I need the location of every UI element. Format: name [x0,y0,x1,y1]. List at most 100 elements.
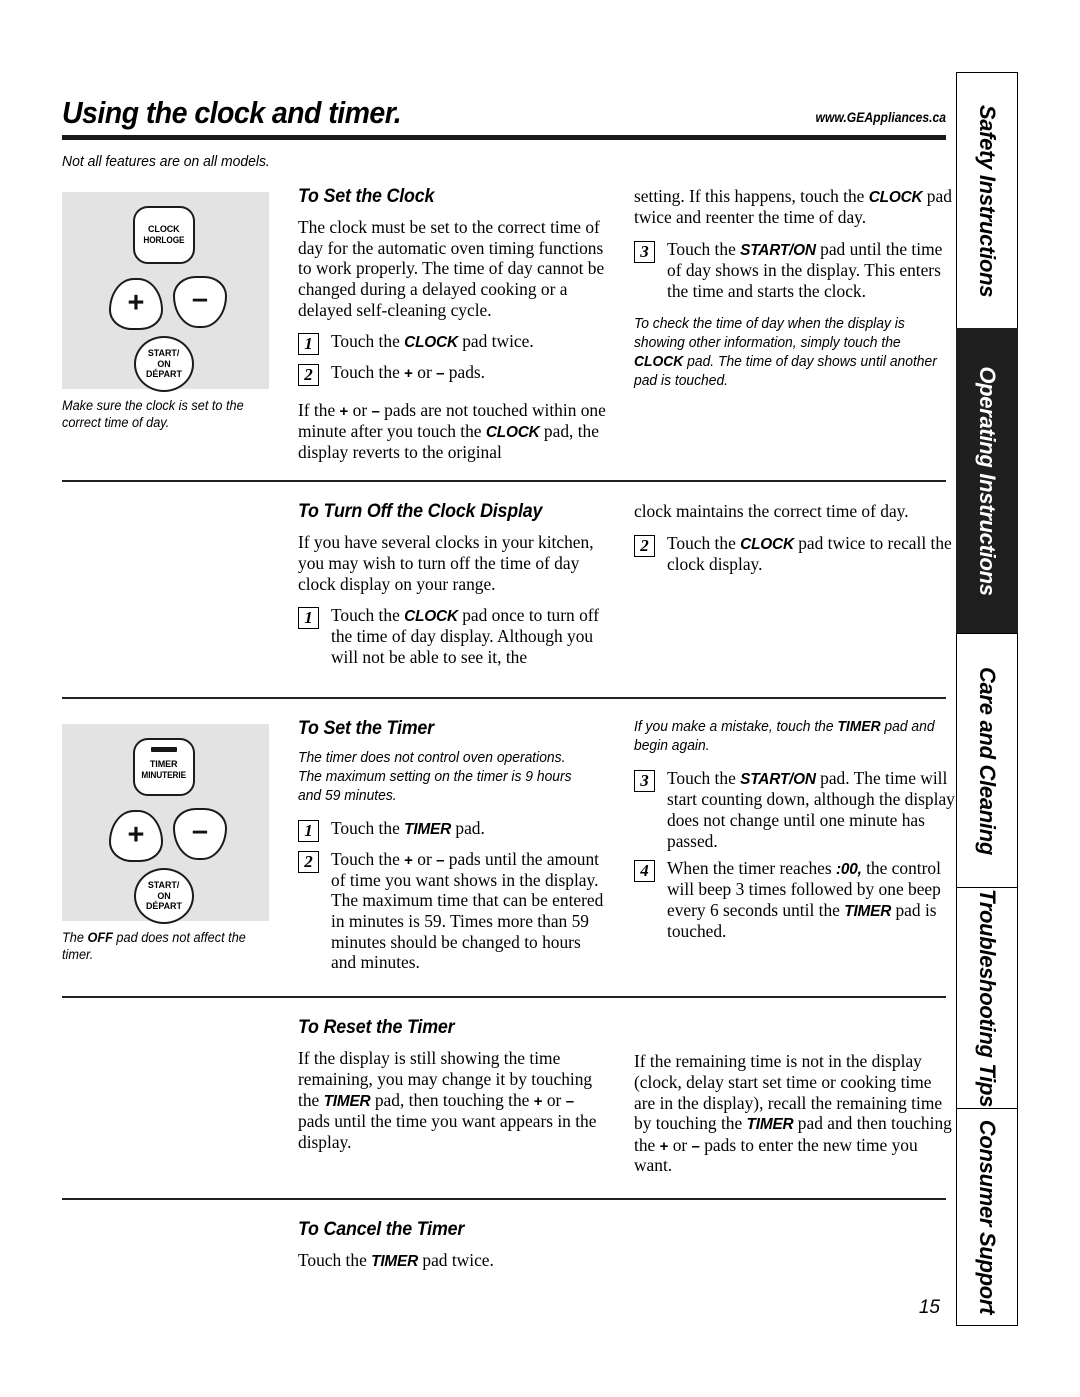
pad-name: TIMER [844,903,892,921]
text-post: pads until the time you want appears in … [298,1110,597,1152]
text-post: pad twice. [418,1250,494,1271]
set-timer-left-column: To Set the Timer The timer does not cont… [298,718,608,980]
section-tabs: Safety Instructions Operating Instructio… [956,72,1018,1330]
step-text: Touch the CLOCK pad twice. [331,331,608,352]
set-clock-intro: The clock must be set to the correct tim… [298,217,605,320]
sidebar-tab-label: Care and Cleaning [975,666,1000,855]
sidebar-tab-label: Consumer Support [975,1119,1000,1314]
start-pad-line3: DÉPART [146,368,182,380]
manual-page: Using the clock and timer. www.GEApplian… [0,0,1080,1397]
step-text-pre: Touch the [331,362,405,383]
step-text-post: pad. [451,818,485,839]
step-item: 2 Touch the + or – pads until the amount… [298,849,608,973]
caption-pre: The [62,930,88,946]
step-item: 1 Touch the CLOCK pad once to turn off t… [298,605,608,668]
heading-turn-off-clock: To Turn Off the Clock Display [298,501,543,523]
step-text: Touch the + or – pads. [331,362,608,383]
step-number: 4 [634,860,655,883]
section-cancel-timer: To Cancel the Timer Touch the TIMER pad … [62,1219,946,1271]
pad-name: CLOCK [485,423,540,441]
pad-name: TIMER [837,719,881,736]
minus-glyph: – [191,815,209,848]
step-text-post: pads. [444,362,486,383]
minus-symbol: – [565,1092,575,1110]
step-number: 1 [298,820,319,843]
set-clock-timeout-note: If the + or – pads are not touched withi… [298,400,608,463]
sidebar-tab-label: Troubleshooting Tips [975,889,1000,1108]
turn-off-clock-continuation: clock maintains the correct time of day. [634,501,909,522]
reset-timer-right-column: If the remaining time is not in the disp… [634,1017,956,1176]
figure-placeholder [62,501,298,674]
set-timer-mistake-note: If you make a mistake, touch the TIMER p… [634,718,940,756]
step-item: 1 Touch the TIMER pad. [298,818,608,843]
sidebar-tab-consumer-support[interactable]: Consumer Support [956,1107,1018,1326]
pad-name: START/ON [740,241,816,259]
step-text-pre: Touch the [331,331,405,352]
pad-name: TIMER [746,1116,794,1134]
step-text-post: pad twice. [457,331,534,352]
section-set-timer: TIMER MINUTERIE + – START/ ON DÉPART The… [62,718,955,980]
clock-pad-icon: CLOCK HORLOGE [133,206,195,264]
text-mid2: or [668,1134,692,1155]
text-mid2: or [542,1089,566,1110]
sidebar-tab-label: Safety Instructions [975,104,1000,298]
step-item: 3 Touch the START/ON pad until the time … [634,239,956,302]
start-on-pad-icon: START/ ON DÉPART [134,336,194,392]
sidebar-tab-care-and-cleaning[interactable]: Care and Cleaning [956,632,1018,889]
sidebar-tab-operating-instructions[interactable]: Operating Instructions [956,328,1018,635]
step-text-pre: When the timer reaches [667,858,836,879]
reset-timer-left-column: To Reset the Timer If the display is sti… [298,1017,608,1176]
cancel-timer-text: Touch the TIMER pad twice. [298,1250,608,1271]
plus-pad-icon: + [109,810,163,863]
minus-glyph: – [191,283,209,315]
set-clock-right-column: setting. If this happens, touch the CLOC… [634,186,956,463]
page-title: Using the clock and timer. [62,95,402,130]
figure-placeholder [62,1219,298,1271]
pad-name: TIMER [323,1092,371,1110]
step-number: 3 [634,770,655,793]
pad-name: CLOCK [634,354,684,371]
clock-figure-caption: Make sure the clock is set to the correc… [62,398,244,430]
minus-symbol: – [371,403,380,421]
section-divider [62,995,946,999]
heading-set-clock: To Set the Clock [298,186,435,207]
step-text-pre: Touch the [331,849,405,870]
turn-off-clock-right-column: clock maintains the correct time of day.… [634,501,956,674]
start-on-pad-icon: START/ ON DÉPART [134,868,194,925]
section-set-clock: CLOCK HORLOGE + – START/ ON DÉPART Make … [62,186,952,463]
step-item: 2 Touch the CLOCK pad twice to recall th… [634,533,956,575]
reset-timer-right-text: If the remaining time is not in the disp… [634,1051,956,1176]
step-text: Touch the CLOCK pad twice to recall the … [667,533,956,575]
pad-name: CLOCK [404,608,458,626]
step-text-pre: Touch the [667,768,741,789]
indicator-bar-icon [151,747,177,753]
timer-pad-label-en: TIMER [150,758,178,770]
models-note: Not all features are on all models. [62,153,270,170]
set-clock-continuation: setting. If this happens, touch the CLOC… [634,186,956,228]
section-turn-off-clock: To Turn Off the Clock Display If you hav… [62,501,952,674]
text-mid: pad, then touching the [370,1089,534,1110]
step-text: Touch the + or – pads until the amount o… [331,849,608,973]
section-divider [62,1197,946,1201]
page-content: Using the clock and timer. www.GEApplian… [62,84,955,1272]
heading-reset-timer: To Reset the Timer [298,1017,455,1039]
pad-name: CLOCK [404,334,458,352]
sidebar-tab-safety-instructions[interactable]: Safety Instructions [956,72,1018,330]
timer-figure-caption: The OFF pad does not affect the timer. [62,930,262,964]
cancel-timer-right-column [634,1219,956,1271]
plus-pad-icon: + [109,278,163,330]
pad-name: OFF [87,930,113,946]
note-pre: If you make a mistake, touch the [634,719,838,736]
timer-pad-label-fr: MINUTERIE [141,770,187,781]
text-pre: If the [298,400,340,421]
step-text-pre: Touch the [331,818,405,839]
clock-pad-label-en: CLOCK [148,223,180,235]
section-reset-timer: To Reset the Timer If the display is sti… [62,1017,952,1176]
section-divider [62,479,946,483]
sidebar-tab-troubleshooting-tips[interactable]: Troubleshooting Tips [956,887,1018,1110]
pad-name: CLOCK [740,535,794,553]
cancel-timer-column: To Cancel the Timer Touch the TIMER pad … [298,1219,608,1271]
step-text-pre: Touch the [667,532,741,553]
clock-control-panel: CLOCK HORLOGE + – START/ ON DÉPART [62,192,269,392]
timer-control-panel: TIMER MINUTERIE + – START/ ON DÉPART [62,724,269,925]
